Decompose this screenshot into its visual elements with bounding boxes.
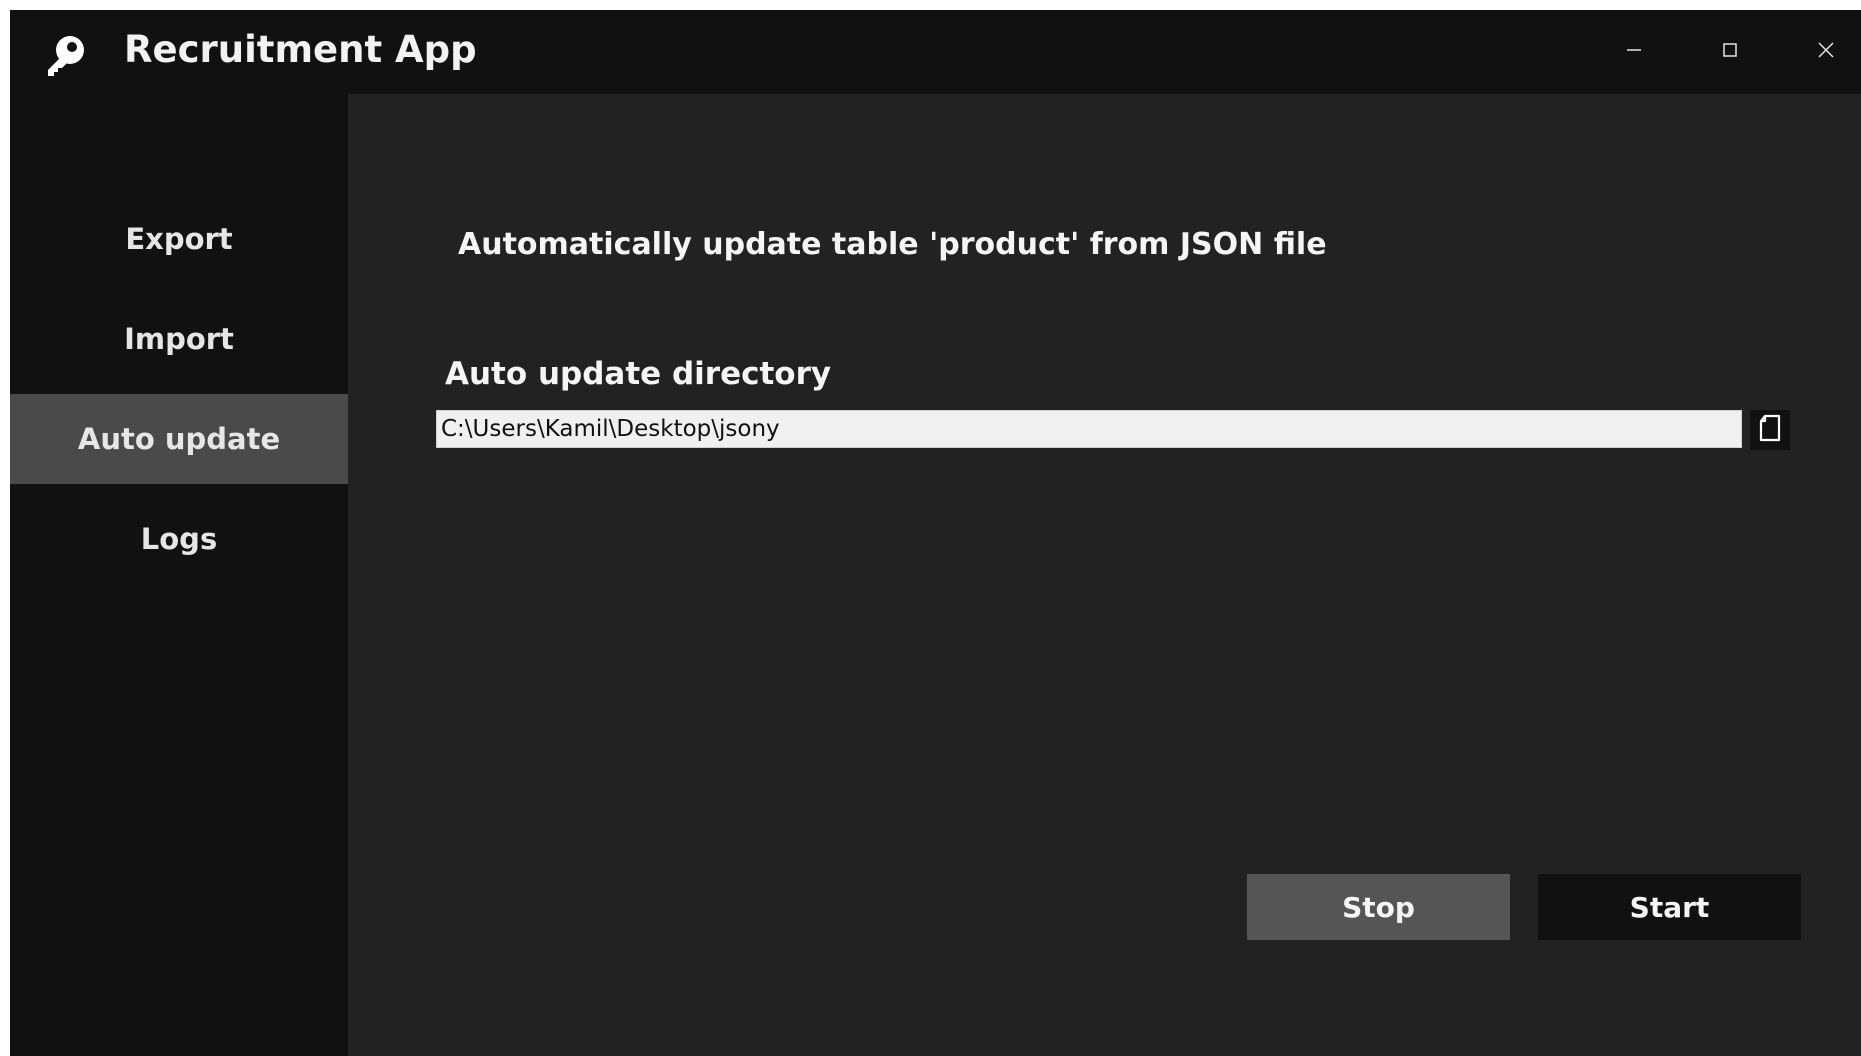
stop-button[interactable]: Stop bbox=[1247, 874, 1510, 940]
directory-input[interactable] bbox=[436, 410, 1742, 448]
sidebar-item-label: Logs bbox=[140, 522, 218, 556]
main-content: Automatically update table 'product' fro… bbox=[348, 94, 1861, 1056]
key-icon bbox=[40, 32, 90, 82]
directory-label: Auto update directory bbox=[445, 356, 832, 392]
minimize-button[interactable] bbox=[1604, 30, 1664, 74]
app-title: Recruitment App bbox=[124, 28, 477, 71]
page-title: Automatically update table 'product' fro… bbox=[458, 227, 1327, 262]
close-button[interactable] bbox=[1796, 30, 1856, 74]
sidebar-item-label: Import bbox=[124, 322, 234, 356]
sidebar: Export Import Auto update Logs bbox=[10, 94, 348, 1056]
browse-directory-button[interactable] bbox=[1750, 410, 1790, 450]
app-window: Recruitment App Export Import Auto updat… bbox=[10, 10, 1861, 1056]
close-icon bbox=[1817, 41, 1835, 63]
maximize-button[interactable] bbox=[1700, 30, 1760, 74]
start-button[interactable]: Start bbox=[1538, 874, 1801, 940]
sidebar-item-import[interactable]: Import bbox=[10, 294, 348, 384]
title-bar[interactable]: Recruitment App bbox=[10, 10, 1861, 94]
sidebar-item-label: Auto update bbox=[77, 422, 281, 456]
sidebar-item-auto-update[interactable]: Auto update bbox=[10, 394, 348, 484]
sidebar-item-label: Export bbox=[125, 222, 233, 256]
sidebar-item-export[interactable]: Export bbox=[10, 194, 348, 284]
sidebar-item-logs[interactable]: Logs bbox=[10, 494, 348, 584]
maximize-icon bbox=[1721, 41, 1739, 63]
minimize-icon bbox=[1625, 41, 1643, 63]
folder-icon bbox=[1757, 413, 1783, 447]
